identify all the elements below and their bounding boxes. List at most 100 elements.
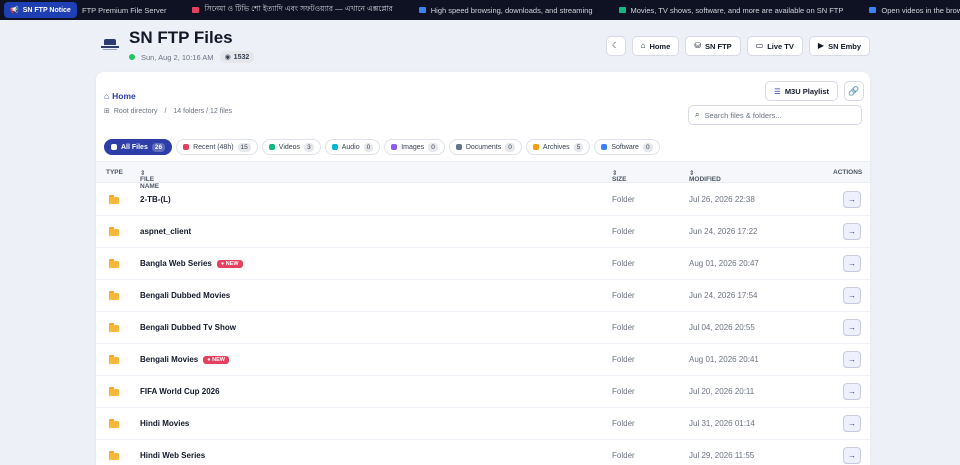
filter-tab-audio[interactable]: Audio 0 xyxy=(324,139,381,155)
open-folder-button[interactable]: → xyxy=(843,415,861,432)
filter-category-icon xyxy=(455,144,462,150)
file-size: Folder xyxy=(612,355,635,364)
filter-tab-all-files[interactable]: All Files 26 xyxy=(104,139,173,155)
col-size[interactable]: SIZE ⇕ xyxy=(612,169,626,183)
tree-icon: ⊞ xyxy=(104,108,110,115)
view-counter: ◉ 1532 xyxy=(219,51,255,63)
table-row[interactable]: aspnet_client Folder Jun 24, 2026 17:22 → xyxy=(96,216,870,248)
theme-toggle-button[interactable]: ☾ xyxy=(605,36,626,56)
nav-sn-emby-button[interactable]: ▶ SN Emby xyxy=(808,36,870,56)
filter-tab-software[interactable]: Software 0 xyxy=(594,139,660,155)
filter-category-icon xyxy=(268,144,275,150)
open-folder-button[interactable]: → xyxy=(843,223,861,240)
table-row[interactable]: Bengali Movies ● NEW Folder Aug 01, 2026 20… xyxy=(96,344,870,376)
file-name[interactable]: aspnet_client xyxy=(140,227,191,236)
nav-live-tv-button[interactable]: ▭ Live TV xyxy=(746,36,803,56)
filter-count-badge: 5 xyxy=(573,142,584,152)
filter-tab-images[interactable]: Images 0 xyxy=(384,139,445,155)
open-folder-button[interactable]: → xyxy=(843,191,861,208)
col-file-name[interactable]: FILE NAME ⇕ xyxy=(140,169,159,190)
file-name[interactable]: FIFA World Cup 2026 xyxy=(140,387,220,396)
arrow-right-icon: → xyxy=(848,195,856,204)
file-modified: Jul 20, 2026 20:11 xyxy=(689,387,755,396)
search-input[interactable] xyxy=(704,110,855,120)
file-modified: Jul 29, 2026 11:55 xyxy=(689,451,755,460)
folder-icon xyxy=(109,291,119,300)
notice-pill[interactable]: 📢 SN FTP Notice xyxy=(4,2,77,18)
file-name[interactable]: Bengali Movies ● NEW xyxy=(140,355,229,364)
table-row[interactable]: Bangla Web Series ● NEW Folder Aug 01, 2026… xyxy=(96,248,870,280)
breadcrumb-home-link[interactable]: ⌂ Home xyxy=(104,91,136,101)
open-folder-button[interactable]: → xyxy=(843,383,861,400)
link-icon: 🔗 xyxy=(848,85,860,96)
ticker-bullet-icon xyxy=(869,7,877,13)
filter-count-badge: 0 xyxy=(505,142,515,152)
network-icon: ⛁ xyxy=(694,41,701,50)
home-icon: ⌂ xyxy=(640,41,646,50)
folder-icon xyxy=(109,195,119,204)
copy-link-button[interactable]: 🔗 xyxy=(844,81,864,101)
root-directory-label: Root directory xyxy=(113,107,158,115)
table-row[interactable]: FIFA World Cup 2026 Folder Jul 20, 2026 20… xyxy=(96,376,870,408)
filter-tab-documents[interactable]: Documents 0 xyxy=(448,139,522,155)
file-name[interactable]: 2-TB-(L) xyxy=(140,195,171,204)
new-badge: ● NEW xyxy=(216,259,243,268)
ticker-item: সিনেমা ও টিভি শো ইত্যাদি এবং সফটওয়্যার … xyxy=(192,4,393,16)
filter-category-icon xyxy=(183,144,190,150)
ticker-bullet-icon xyxy=(618,7,626,13)
file-name[interactable]: Bengali Dubbed Movies xyxy=(140,291,230,300)
open-folder-button[interactable]: → xyxy=(843,447,861,464)
list-icon: ☰ xyxy=(774,86,781,96)
col-modified[interactable]: MODIFIED ⇕ xyxy=(689,169,721,183)
site-logo[interactable] xyxy=(101,39,119,51)
file-name[interactable]: Hindi Movies xyxy=(140,419,189,428)
file-modified: Aug 01, 2026 20:41 xyxy=(689,355,759,364)
file-modified: Jul 31, 2026 01:14 xyxy=(689,419,755,428)
filter-tab-archives[interactable]: Archives 5 xyxy=(525,139,591,155)
arrow-right-icon: → xyxy=(848,291,856,300)
filter-category-icon xyxy=(331,144,338,150)
megaphone-icon: 📢 xyxy=(10,7,19,14)
open-folder-button[interactable]: → xyxy=(843,287,861,304)
m3u-playlist-button[interactable]: ☰ M3U Playlist xyxy=(765,81,838,101)
table-row[interactable]: Bengali Dubbed Movies Folder Jun 24, 2026 … xyxy=(96,280,870,312)
file-name[interactable]: Hindi Web Series xyxy=(140,451,205,460)
filter-category-icon xyxy=(391,144,398,150)
arrow-right-icon: → xyxy=(848,451,856,460)
open-folder-button[interactable]: → xyxy=(843,255,861,272)
open-folder-button[interactable]: → xyxy=(843,351,861,368)
filter-tab-recent-48h[interactable]: Recent (48h) 15 xyxy=(176,139,258,155)
header-meta: Sun, Aug 2, 10:16 AM ◉ 1532 xyxy=(129,51,255,63)
file-name[interactable]: Bangla Web Series ● NEW xyxy=(140,259,243,268)
file-size: Folder xyxy=(612,387,635,396)
nav-home-button[interactable]: ⌂ Home xyxy=(631,36,680,56)
table-row[interactable]: Hindi Web Series Folder Jul 29, 2026 11:55… xyxy=(96,440,870,465)
play-icon: ▶ xyxy=(817,41,825,50)
filter-tab-videos[interactable]: Videos 3 xyxy=(261,139,321,155)
file-name[interactable]: Bengali Dubbed Tv Show xyxy=(140,323,236,332)
arrow-right-icon: → xyxy=(848,323,856,332)
search-icon: ⌕ xyxy=(695,110,700,119)
file-size: Folder xyxy=(612,419,635,428)
tv-icon: ▭ xyxy=(755,41,764,50)
folder-icon xyxy=(109,451,119,460)
table-row[interactable]: Hindi Movies Folder Jul 31, 2026 01:14 → xyxy=(96,408,870,440)
filter-count-badge: 26 xyxy=(151,142,166,152)
table-row[interactable]: 2-TB-(L) Folder Jul 26, 2026 22:38 → xyxy=(96,184,870,216)
table-row[interactable]: Bengali Dubbed Tv Show Folder Jul 04, 2026… xyxy=(96,312,870,344)
folder-icon xyxy=(109,387,119,396)
file-size: Folder xyxy=(612,195,635,204)
filter-count-badge: 3 xyxy=(304,142,314,152)
filter-count-badge: 0 xyxy=(428,142,438,152)
top-nav: ☾ ⌂ Home ⛁ SN FTP ▭ Live TV ▶ SN Emby xyxy=(605,36,870,56)
col-type: TYPE xyxy=(106,169,123,176)
ticker-track: FTP Premium File Server সিনেমা ও টিভি শো … xyxy=(82,0,960,20)
file-modified: Jul 04, 2026 20:55 xyxy=(689,323,755,332)
nav-sn-ftp-button[interactable]: ⛁ SN FTP xyxy=(685,36,741,56)
file-size: Folder xyxy=(612,451,635,460)
file-modified: Jun 24, 2026 17:22 xyxy=(689,227,758,236)
open-folder-button[interactable]: → xyxy=(843,319,861,336)
new-badge: ● NEW xyxy=(203,355,229,364)
ticker-item: Movies, TV shows, software, and more are… xyxy=(618,6,843,15)
search-box: ⌕ xyxy=(688,105,862,125)
